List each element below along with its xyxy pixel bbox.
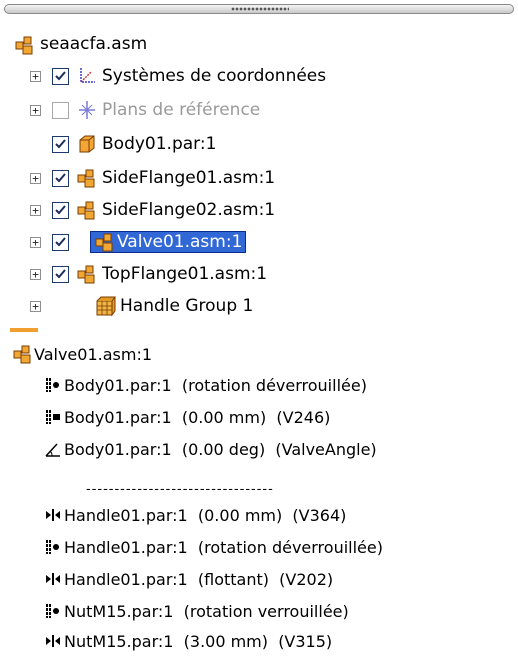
visibility-checkbox[interactable]: [52, 202, 69, 219]
angle-icon: [45, 443, 60, 457]
relationship-part: Handle01.par:1: [64, 505, 188, 525]
relationship-detail: (flottant): [197, 569, 269, 589]
relationship-item[interactable]: Handle01.par:1 (rotation déverrouillée): [44, 534, 383, 560]
relationship-item[interactable]: Body01.par:1 (0.00 deg) (ValveAngle): [44, 436, 377, 462]
relationship-detail: (rotation déverrouillée): [181, 375, 367, 395]
relationship-part: Handle01.par:1: [64, 569, 188, 589]
relationship-detail: (0.00 deg): [181, 439, 266, 459]
visibility-checkbox[interactable]: [52, 266, 69, 283]
relationship-detail: (3.00 mm): [183, 631, 269, 651]
tree-item-label: SideFlange01.asm:1: [102, 168, 276, 188]
assembly-icon: [15, 36, 33, 55]
coordinate-systems-icon: [80, 68, 95, 83]
relationship-variable: (V202): [279, 569, 334, 589]
expand-icon[interactable]: +: [30, 237, 41, 248]
root-label: seaacfa.asm: [40, 34, 148, 54]
relationship-variable: (ValveAngle): [275, 439, 377, 459]
tree-item-label: Systèmes de coordonnées: [102, 66, 327, 86]
relationship-detail: (rotation verrouillée): [183, 601, 349, 621]
expand-icon[interactable]: +: [30, 173, 41, 184]
tree-item-label: SideFlange02.asm:1: [102, 200, 276, 220]
planar-align-icon: [46, 410, 60, 424]
mate-icon: [46, 573, 60, 585]
relationship-item[interactable]: Handle01.par:1 (0.00 mm) (V364): [44, 502, 346, 528]
axial-align-icon: [46, 604, 59, 618]
visibility-checkbox[interactable]: [52, 234, 69, 251]
splitter-grip[interactable]: [231, 7, 289, 11]
expand-icon[interactable]: +: [30, 301, 41, 312]
relationship-detail: (rotation déverrouillée): [197, 537, 383, 557]
relationship-detail: (0.00 mm): [181, 407, 267, 427]
relationship-part: Body01.par:1: [64, 407, 172, 427]
expand-icon[interactable]: +: [30, 71, 41, 82]
relationships-header-label: Valve01.asm:1: [34, 345, 153, 364]
visibility-checkbox[interactable]: [52, 170, 69, 187]
visibility-checkbox[interactable]: [52, 102, 69, 119]
relationship-separator: ---------------------------------: [86, 482, 274, 497]
relationship-item[interactable]: Body01.par:1 (0.00 mm) (V246): [44, 404, 330, 430]
relationship-part: Body01.par:1: [64, 375, 172, 395]
relationship-detail: (0.00 mm): [197, 505, 283, 525]
part-icon: [79, 135, 95, 153]
visibility-checkbox[interactable]: [52, 68, 69, 85]
relationship-part: NutM15.par:1: [64, 631, 174, 651]
relationship-variable: (V315): [278, 631, 333, 651]
mate-icon: [46, 509, 60, 521]
pane-splitter[interactable]: [4, 4, 514, 14]
tree-item-label: Plans de référence: [102, 100, 261, 120]
expand-icon[interactable]: +: [30, 269, 41, 280]
relationship-part: Handle01.par:1: [64, 537, 188, 557]
tree-item-label: TopFlange01.asm:1: [102, 264, 268, 284]
expand-icon[interactable]: +: [30, 205, 41, 216]
axial-align-icon: [46, 378, 59, 392]
reference-planes-icon: [79, 101, 95, 119]
axial-align-icon: [46, 540, 59, 554]
assembly-icon: [77, 201, 95, 220]
relationship-variable: (V246): [276, 407, 331, 427]
assembly-icon: [13, 345, 31, 364]
relationship-item[interactable]: Handle01.par:1 (flottant) (V202): [44, 566, 333, 592]
tree-item-label: Handle Group 1: [120, 296, 254, 316]
visibility-checkbox[interactable]: [52, 136, 69, 153]
group-icon: [96, 296, 116, 317]
relationship-item[interactable]: NutM15.par:1 (rotation verrouillée): [44, 598, 349, 624]
relationship-item[interactable]: Body01.par:1 (rotation déverrouillée): [44, 372, 367, 398]
assembly-icon: [77, 265, 95, 284]
relationship-variable: (V364): [292, 505, 347, 525]
mate-icon: [46, 635, 60, 647]
relationship-part: Body01.par:1: [64, 439, 172, 459]
relationship-part: NutM15.par:1: [64, 601, 174, 621]
relationship-item[interactable]: NutM15.par:1 (3.00 mm) (V315): [44, 628, 332, 654]
pane-divider[interactable]: [10, 328, 38, 332]
tree-item-label: Body01.par:1: [102, 134, 217, 154]
assembly-icon: [95, 233, 113, 252]
assembly-icon: [77, 169, 95, 188]
expand-icon[interactable]: +: [30, 105, 41, 116]
